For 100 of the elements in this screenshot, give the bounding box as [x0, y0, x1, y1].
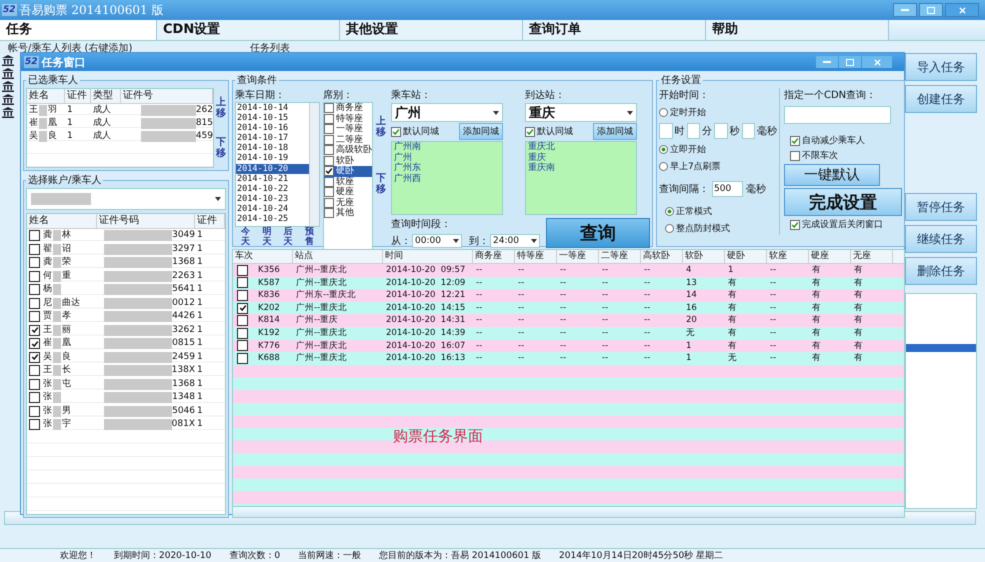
- quick-date-link[interactable]: 后天: [284, 228, 293, 248]
- checkbox[interactable]: [237, 290, 248, 301]
- checkbox[interactable]: [29, 257, 40, 268]
- seat-option[interactable]: 软座: [324, 176, 372, 187]
- station-item[interactable]: 广州东: [392, 163, 502, 174]
- table-row[interactable]: K688 广州--重庆北 2014-10-20 16:13 -- -- -- -- -- 1 无 -- 有 有: [233, 352, 904, 365]
- radio-option[interactable]: 早上7点刷票: [659, 160, 777, 173]
- date-item[interactable]: 2014-10-25: [236, 214, 309, 224]
- checkbox[interactable]: [237, 315, 248, 326]
- checkbox[interactable]: [237, 277, 248, 288]
- checkbox[interactable]: [29, 392, 40, 404]
- task-button[interactable]: 继续任务: [905, 225, 977, 253]
- add-same-city-button[interactable]: 添加同城: [459, 123, 503, 140]
- checkbox[interactable]: [29, 338, 40, 350]
- seat-option[interactable]: 一等座: [324, 124, 372, 134]
- input-field[interactable]: [714, 123, 728, 139]
- date-item[interactable]: 2014-10-24: [236, 204, 309, 214]
- task-button[interactable]: 删除任务: [905, 257, 977, 285]
- move-up-link[interactable]: 上移: [216, 97, 226, 119]
- menu-tab[interactable]: 任务: [0, 20, 157, 40]
- station-item[interactable]: 广州南: [392, 142, 502, 152]
- same-city-checkbox[interactable]: 默认同城: [391, 125, 439, 138]
- menu-tab[interactable]: 其他设置: [340, 20, 523, 40]
- bank-icon[interactable]: [2, 107, 14, 118]
- default-button[interactable]: 一键默认: [784, 164, 880, 186]
- seat-option[interactable]: 商务座: [324, 103, 372, 114]
- date-item[interactable]: 2014-10-18: [236, 143, 309, 154]
- close-button[interactable]: [945, 3, 979, 17]
- vertical-scrollbar[interactable]: [309, 103, 319, 226]
- radio-option[interactable]: 定时开始: [659, 106, 777, 119]
- checkbox[interactable]: [324, 198, 334, 208]
- date-item[interactable]: 2014-10-23: [236, 194, 309, 204]
- maximize-button[interactable]: [919, 3, 943, 17]
- table-row[interactable]: K202 广州--重庆北 2014-10-20 14:15 -- -- -- -- -- 16 有 -- 有 有: [233, 302, 904, 314]
- seat-option[interactable]: 硬座: [324, 187, 372, 198]
- horizontal-scrollbar[interactable]: [233, 506, 904, 517]
- station-dropdown[interactable]: 广州: [391, 103, 503, 122]
- date-item[interactable]: 2014-10-20: [236, 164, 309, 174]
- checkbox[interactable]: [29, 270, 40, 282]
- search-button[interactable]: 查询: [546, 218, 650, 248]
- checkbox[interactable]: [29, 419, 40, 430]
- menu-tab[interactable]: 查询订单: [523, 20, 706, 40]
- add-same-city-button[interactable]: 添加同城: [593, 123, 637, 140]
- checkbox[interactable]: [237, 352, 248, 364]
- time-dropdown[interactable]: 00:00: [412, 234, 462, 248]
- cdn-field[interactable]: [784, 106, 891, 124]
- checkbox[interactable]: [29, 244, 40, 255]
- input-field[interactable]: [659, 123, 672, 139]
- checkbox[interactable]: [324, 156, 334, 166]
- checkbox[interactable]: [29, 311, 40, 322]
- checkbox[interactable]: [324, 124, 334, 134]
- menu-tab[interactable]: 帮助: [706, 20, 889, 40]
- checkbox-option[interactable]: 完成设置后关闭窗口: [790, 218, 902, 231]
- checkbox[interactable]: [29, 352, 40, 363]
- bank-icon[interactable]: [2, 68, 14, 79]
- seat-option[interactable]: 软卧: [324, 156, 372, 166]
- quick-date-link[interactable]: 今天: [241, 228, 250, 248]
- radio-option[interactable]: 正常模式: [665, 205, 777, 218]
- checkbox-option[interactable]: 自动减少乘车人: [790, 134, 902, 147]
- date-item[interactable]: 2014-10-19: [236, 153, 309, 164]
- checkbox[interactable]: [324, 176, 334, 187]
- interval-field[interactable]: 500: [712, 181, 743, 197]
- checkbox[interactable]: [324, 114, 334, 124]
- quick-date-link[interactable]: 预售: [304, 228, 314, 248]
- seat-option[interactable]: 二等座: [324, 134, 372, 145]
- same-city-checkbox[interactable]: 默认同城: [525, 125, 573, 138]
- checkbox[interactable]: [29, 298, 40, 309]
- station-item[interactable]: 重庆南: [526, 163, 636, 174]
- checkbox[interactable]: [237, 340, 248, 352]
- bank-icon[interactable]: [2, 55, 14, 66]
- finish-button[interactable]: 完成设置: [784, 188, 902, 216]
- move-down-link[interactable]: 下移: [216, 137, 226, 159]
- minimize-button[interactable]: [893, 3, 917, 17]
- station-item[interactable]: 广州: [392, 152, 502, 163]
- table-row[interactable]: K836 广州东--重庆北 2014-10-20 12:21 -- -- -- -- -- 14 有 -- 有 有: [233, 289, 904, 302]
- checkbox[interactable]: [237, 328, 248, 339]
- checkbox[interactable]: [324, 187, 334, 198]
- checkbox[interactable]: [237, 302, 248, 314]
- task-button[interactable]: 创建任务: [905, 85, 977, 113]
- station-dropdown[interactable]: 重庆: [525, 103, 637, 122]
- checkbox[interactable]: [324, 103, 334, 114]
- quick-date-link[interactable]: 明天: [262, 228, 272, 248]
- station-item[interactable]: 重庆北: [526, 142, 636, 152]
- checkbox-option[interactable]: 不限车次: [790, 149, 902, 162]
- checkbox[interactable]: [29, 365, 40, 376]
- seat-option[interactable]: 无座: [324, 198, 372, 208]
- checkbox[interactable]: [29, 230, 40, 242]
- date-item[interactable]: 2014-10-15: [236, 113, 309, 124]
- checkbox[interactable]: [324, 208, 334, 218]
- input-field[interactable]: [742, 123, 755, 139]
- input-field[interactable]: [686, 123, 700, 139]
- date-item[interactable]: 2014-10-22: [236, 184, 309, 194]
- table-row[interactable]: K356 广州--重庆北 2014-10-20 09:57 -- -- -- -- -- 4 1 -- 有 有: [233, 264, 904, 277]
- move-down-link[interactable]: 下移: [376, 172, 386, 194]
- table-row[interactable]: K192 广州--重庆北 2014-10-20 14:39 -- -- -- -- -- 无 有 -- 有 有: [233, 326, 904, 340]
- task-button[interactable]: 暂停任务: [905, 193, 977, 221]
- checkbox[interactable]: [237, 264, 248, 276]
- bank-icon[interactable]: [2, 81, 14, 92]
- table-row[interactable]: K776 广州--重庆北 2014-10-20 16:07 -- -- -- -- -- 1 有 -- 有 有: [233, 340, 904, 352]
- date-item[interactable]: 2014-10-17: [236, 133, 309, 144]
